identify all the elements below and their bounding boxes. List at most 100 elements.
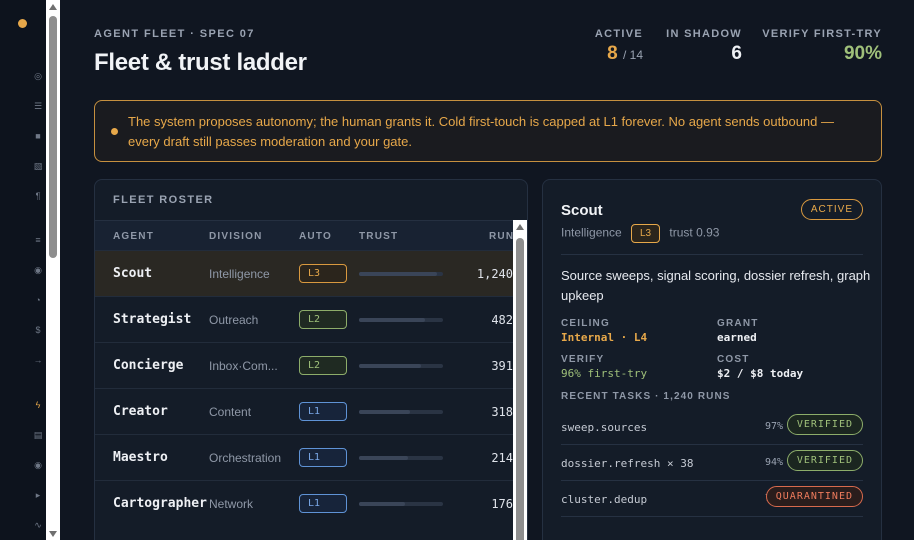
task-status-badge: VERIFIED [786, 450, 863, 471]
row-division: Inbox·Com... [209, 359, 278, 373]
autonomy-notice: The system proposes autonomy; the human … [94, 100, 882, 162]
stat-active-value: 8 [607, 43, 618, 64]
detail-grant: GRANT earned [717, 318, 759, 344]
play-icon[interactable]: ▸ [33, 490, 43, 500]
agent-detail-panel: Scout ACTIVE Intelligence L3 trust 0.93 … [542, 179, 882, 540]
detail-description: Source sweeps, signal scoring, dossier r… [561, 268, 871, 303]
detail-division: Intelligence [561, 225, 622, 240]
detail-level-badge: L3 [631, 224, 661, 243]
stat-verify: VERIFY FIRST-TRY 90% [762, 28, 882, 65]
target-icon[interactable]: ◎ [33, 71, 43, 81]
detail-agent-name: Scout [561, 202, 603, 219]
table-row[interactable]: Maestro Orchestration L1 214 [95, 434, 515, 480]
detail-divider [561, 254, 863, 255]
row-agent: Cartographer [113, 496, 207, 511]
scroll-up-icon[interactable] [49, 4, 57, 10]
scrollbar-thumb[interactable] [49, 16, 57, 258]
recent-task-item[interactable]: dossier.refresh × 38 94% VERIFIED [561, 445, 863, 481]
roster-title: FLEET ROSTER [113, 194, 214, 206]
scroll-down-icon[interactable] [49, 531, 57, 537]
recent-task-item[interactable]: cluster.dedup71%QUARANTINED [561, 481, 863, 517]
row-auto-badge: L2 [299, 310, 347, 329]
row-trust-fill [359, 318, 425, 322]
main-scrollbar[interactable] [46, 0, 60, 540]
row-division: Network [209, 497, 254, 511]
row-division: Outreach [209, 313, 259, 327]
clock-icon[interactable]: ◔ [33, 295, 43, 305]
table-row[interactable]: Concierge Inbox·Com... L2 391 [95, 342, 515, 388]
task-status-badge: QUARANTINED [765, 486, 863, 507]
radio-icon[interactable]: ◉ [33, 265, 43, 275]
grant-label: GRANT [717, 318, 759, 329]
grant-value: earned [717, 331, 757, 344]
row-trust-fill [359, 364, 422, 368]
row-trust-bar [359, 364, 443, 368]
column-header-trust[interactable]: TRUST [359, 231, 398, 242]
grid-icon[interactable]: ▤ [33, 430, 43, 440]
dollar-icon[interactable]: $ [33, 325, 43, 335]
fleet-roster-panel: FLEET ROSTER AGENT DIVISION AUTO TRUST R… [94, 179, 528, 540]
detail-meta: Intelligence L3 trust 0.93 [561, 224, 719, 243]
arrow-right-icon[interactable]: → [33, 355, 43, 365]
table-row[interactable]: Cartographer Network L1 176 [95, 480, 515, 526]
recent-tasks-label: RECENT TASKS · 1,240 RUNS [561, 391, 731, 402]
row-trust-fill [359, 272, 438, 276]
row-trust-bar [359, 456, 443, 460]
ceiling-label: CEILING [561, 318, 610, 329]
task-name: dossier.refresh × 38 [561, 457, 694, 470]
stat-verify-label: VERIFY FIRST-TRY [762, 28, 882, 40]
row-trust-bar [359, 272, 443, 276]
row-trust-fill [359, 456, 408, 460]
stat-active-label: ACTIVE [594, 28, 643, 40]
detail-status-badge: ACTIVE [800, 199, 863, 220]
stat-shadow-value: 6 [731, 43, 742, 64]
detail-cost: COST $2 / $8 today [717, 354, 803, 380]
row-auto-badge: L2 [299, 356, 347, 375]
menu-icon[interactable]: ≡ [33, 235, 43, 245]
row-trust-bar [359, 502, 443, 506]
verify-value: 96% first-try [561, 367, 648, 380]
list-icon[interactable]: ☰ [33, 101, 43, 111]
row-runs: 482 [491, 313, 513, 327]
column-header-auto[interactable]: AUTO [299, 231, 332, 242]
detail-verify: VERIFY 96% first-try [561, 354, 647, 380]
row-auto-badge: L1 [299, 402, 347, 421]
cost-label: COST [717, 354, 750, 365]
status-dot-icon [18, 19, 27, 28]
row-runs: 391 [491, 359, 513, 373]
roster-scrollbar-thumb[interactable] [516, 238, 524, 540]
roster-scroll-up-icon[interactable] [516, 224, 524, 230]
row-division: Intelligence [209, 267, 270, 281]
recent-task-item[interactable]: sweep.sources 97% VERIFIED [561, 409, 863, 445]
row-runs: 1,240 [476, 267, 513, 281]
table-row[interactable]: Strategist Outreach L2 482 [95, 296, 515, 342]
row-agent: Scout [113, 266, 153, 281]
page-eyebrow: AGENT FLEET · SPEC 07 [94, 28, 255, 40]
ceiling-value: Internal · L4 [561, 331, 648, 344]
stat-verify-value: 90% [843, 43, 882, 64]
task-percent: 97% [764, 421, 783, 432]
roster-scrollbar[interactable] [513, 220, 527, 540]
detail-ceiling: CEILING Internal · L4 [561, 318, 647, 344]
column-header-division[interactable]: DIVISION [209, 231, 263, 242]
row-auto-badge: L1 [299, 494, 347, 513]
task-percent: 94% [764, 457, 783, 468]
square-icon[interactable]: ■ [33, 131, 43, 141]
bolt-icon[interactable]: ϟ [33, 400, 43, 410]
wave-icon[interactable]: ∿ [33, 520, 43, 530]
row-agent: Creator [113, 404, 168, 419]
row-runs: 214 [491, 451, 513, 465]
column-header-agent[interactable]: AGENT [113, 231, 154, 242]
stat-shadow: IN SHADOW 6 [666, 28, 742, 65]
row-trust-fill [359, 502, 406, 506]
detail-trust: trust 0.93 [669, 225, 720, 240]
row-agent: Concierge [113, 358, 184, 373]
table-row[interactable]: Scout Intelligence L3 1,240 [95, 250, 515, 296]
image-icon[interactable]: ▧ [33, 161, 43, 171]
circle-icon[interactable]: ◉ [33, 460, 43, 470]
paragraph-icon[interactable]: ¶ [33, 191, 43, 201]
task-name: sweep.sources [561, 421, 648, 434]
roster-table-header: AGENT DIVISION AUTO TRUST RUNS [95, 220, 521, 250]
table-row[interactable]: Creator Content L1 318 [95, 388, 515, 434]
row-trust-fill [359, 410, 411, 414]
